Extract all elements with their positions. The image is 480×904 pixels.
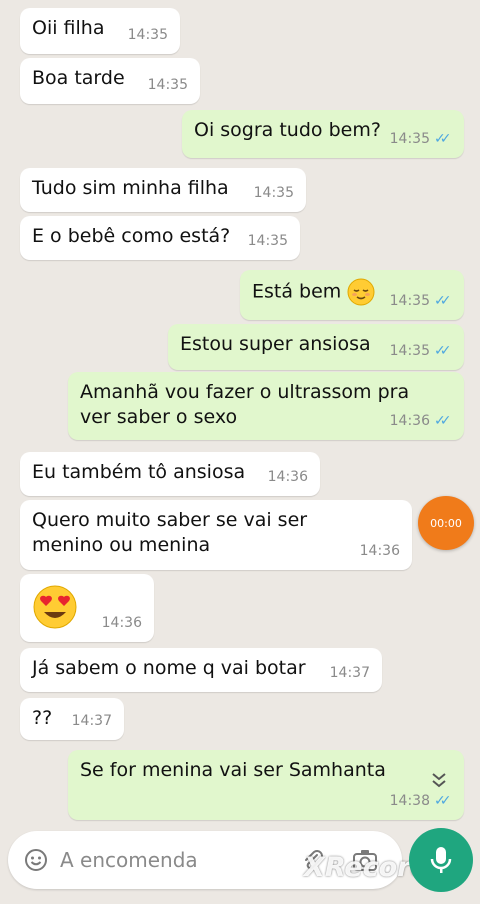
message-time: 14:37 [71, 713, 112, 729]
message-text: Estou super ansiosa [180, 333, 371, 355]
message-bubble[interactable]: E o bebê como está? 14:35 [20, 216, 300, 260]
read-ticks-icon: ✓✓ [434, 293, 451, 309]
message-time: 14:35 [253, 185, 294, 201]
message-text: Oi sogra tudo bem? [194, 119, 381, 141]
message-text: Quero muito saber se vai ser menino ou m… [32, 509, 308, 556]
message-time: 14:37 [329, 665, 370, 681]
mic-icon [430, 847, 452, 873]
message-text: Oii filha [32, 17, 105, 39]
message-time: 14:36 ✓✓ [390, 409, 452, 434]
message-bubble[interactable]: Eu também tô ansiosa 14:36 [20, 452, 320, 496]
message-bubble[interactable]: Amanhã vou fazer o ultrassom pra ver sab… [68, 372, 464, 440]
message-bubble[interactable]: ?? 14:37 [20, 698, 124, 740]
message-bubble[interactable]: Já sabem o nome q vai botar 14:37 [20, 648, 382, 692]
message-bubble[interactable]: Tudo sim minha filha 14:35 [20, 168, 306, 212]
chat-area[interactable]: Oii filha 14:35 Boa tarde 14:35 Oi sogra… [0, 0, 480, 830]
heart-eyes-face-icon [33, 585, 77, 629]
message-text: Tudo sim minha filha [32, 177, 229, 199]
message-time: 14:36 [359, 543, 400, 559]
recorder-timer-badge[interactable]: 00:00 [418, 496, 474, 550]
message-text: ?? [32, 707, 53, 729]
message-text: Amanhã vou fazer o ultrassom pra ver sab… [80, 381, 410, 428]
mic-button[interactable] [409, 828, 473, 892]
message-bubble[interactable]: Se for menina vai ser Samhanta 14:38 ✓✓ [68, 750, 464, 820]
message-time: 14:35 [247, 233, 288, 249]
message-text: E o bebê como está? [32, 225, 231, 247]
message-bubble[interactable]: Boa tarde 14:35 [20, 58, 200, 104]
message-time: 14:36 [267, 469, 308, 485]
message-bubble[interactable]: Oii filha 14:35 [20, 8, 180, 54]
relieved-face-icon [347, 278, 375, 306]
message-text: Se for menina vai ser Samhanta [80, 759, 386, 781]
message-text: Eu também tô ansiosa [32, 461, 246, 483]
message-input-placeholder[interactable]: A encomenda [60, 848, 198, 872]
read-ticks-icon: ✓✓ [434, 343, 451, 359]
scroll-down-button[interactable] [420, 763, 458, 797]
message-bubble[interactable]: Oi sogra tudo bem? 14:35 ✓✓ [182, 110, 464, 158]
message-text: Está bem [252, 280, 342, 303]
message-bubble[interactable]: Está bem 14:35 ✓✓ [240, 270, 464, 320]
message-time: 14:36 [101, 615, 142, 631]
message-text: Já sabem o nome q vai botar [32, 657, 306, 679]
recorder-timer-text: 00:00 [430, 516, 462, 530]
message-time: 14:35 ✓✓ [390, 289, 452, 314]
message-text: Boa tarde [32, 67, 125, 89]
read-ticks-icon: ✓✓ [434, 131, 451, 147]
message-bubble[interactable]: Quero muito saber se vai ser menino ou m… [20, 500, 412, 570]
read-ticks-icon: ✓✓ [434, 413, 451, 429]
double-chevron-down-icon [432, 773, 446, 788]
message-time: 14:35 ✓✓ [390, 127, 452, 152]
emoji-icon[interactable] [24, 848, 48, 872]
message-time: 14:35 [147, 77, 188, 93]
message-bubble[interactable]: Estou super ansiosa 14:35 ✓✓ [168, 324, 464, 370]
message-bubble[interactable]: 14:36 [20, 574, 154, 642]
message-time: 14:35 [127, 27, 168, 43]
message-time: 14:35 ✓✓ [390, 339, 452, 364]
